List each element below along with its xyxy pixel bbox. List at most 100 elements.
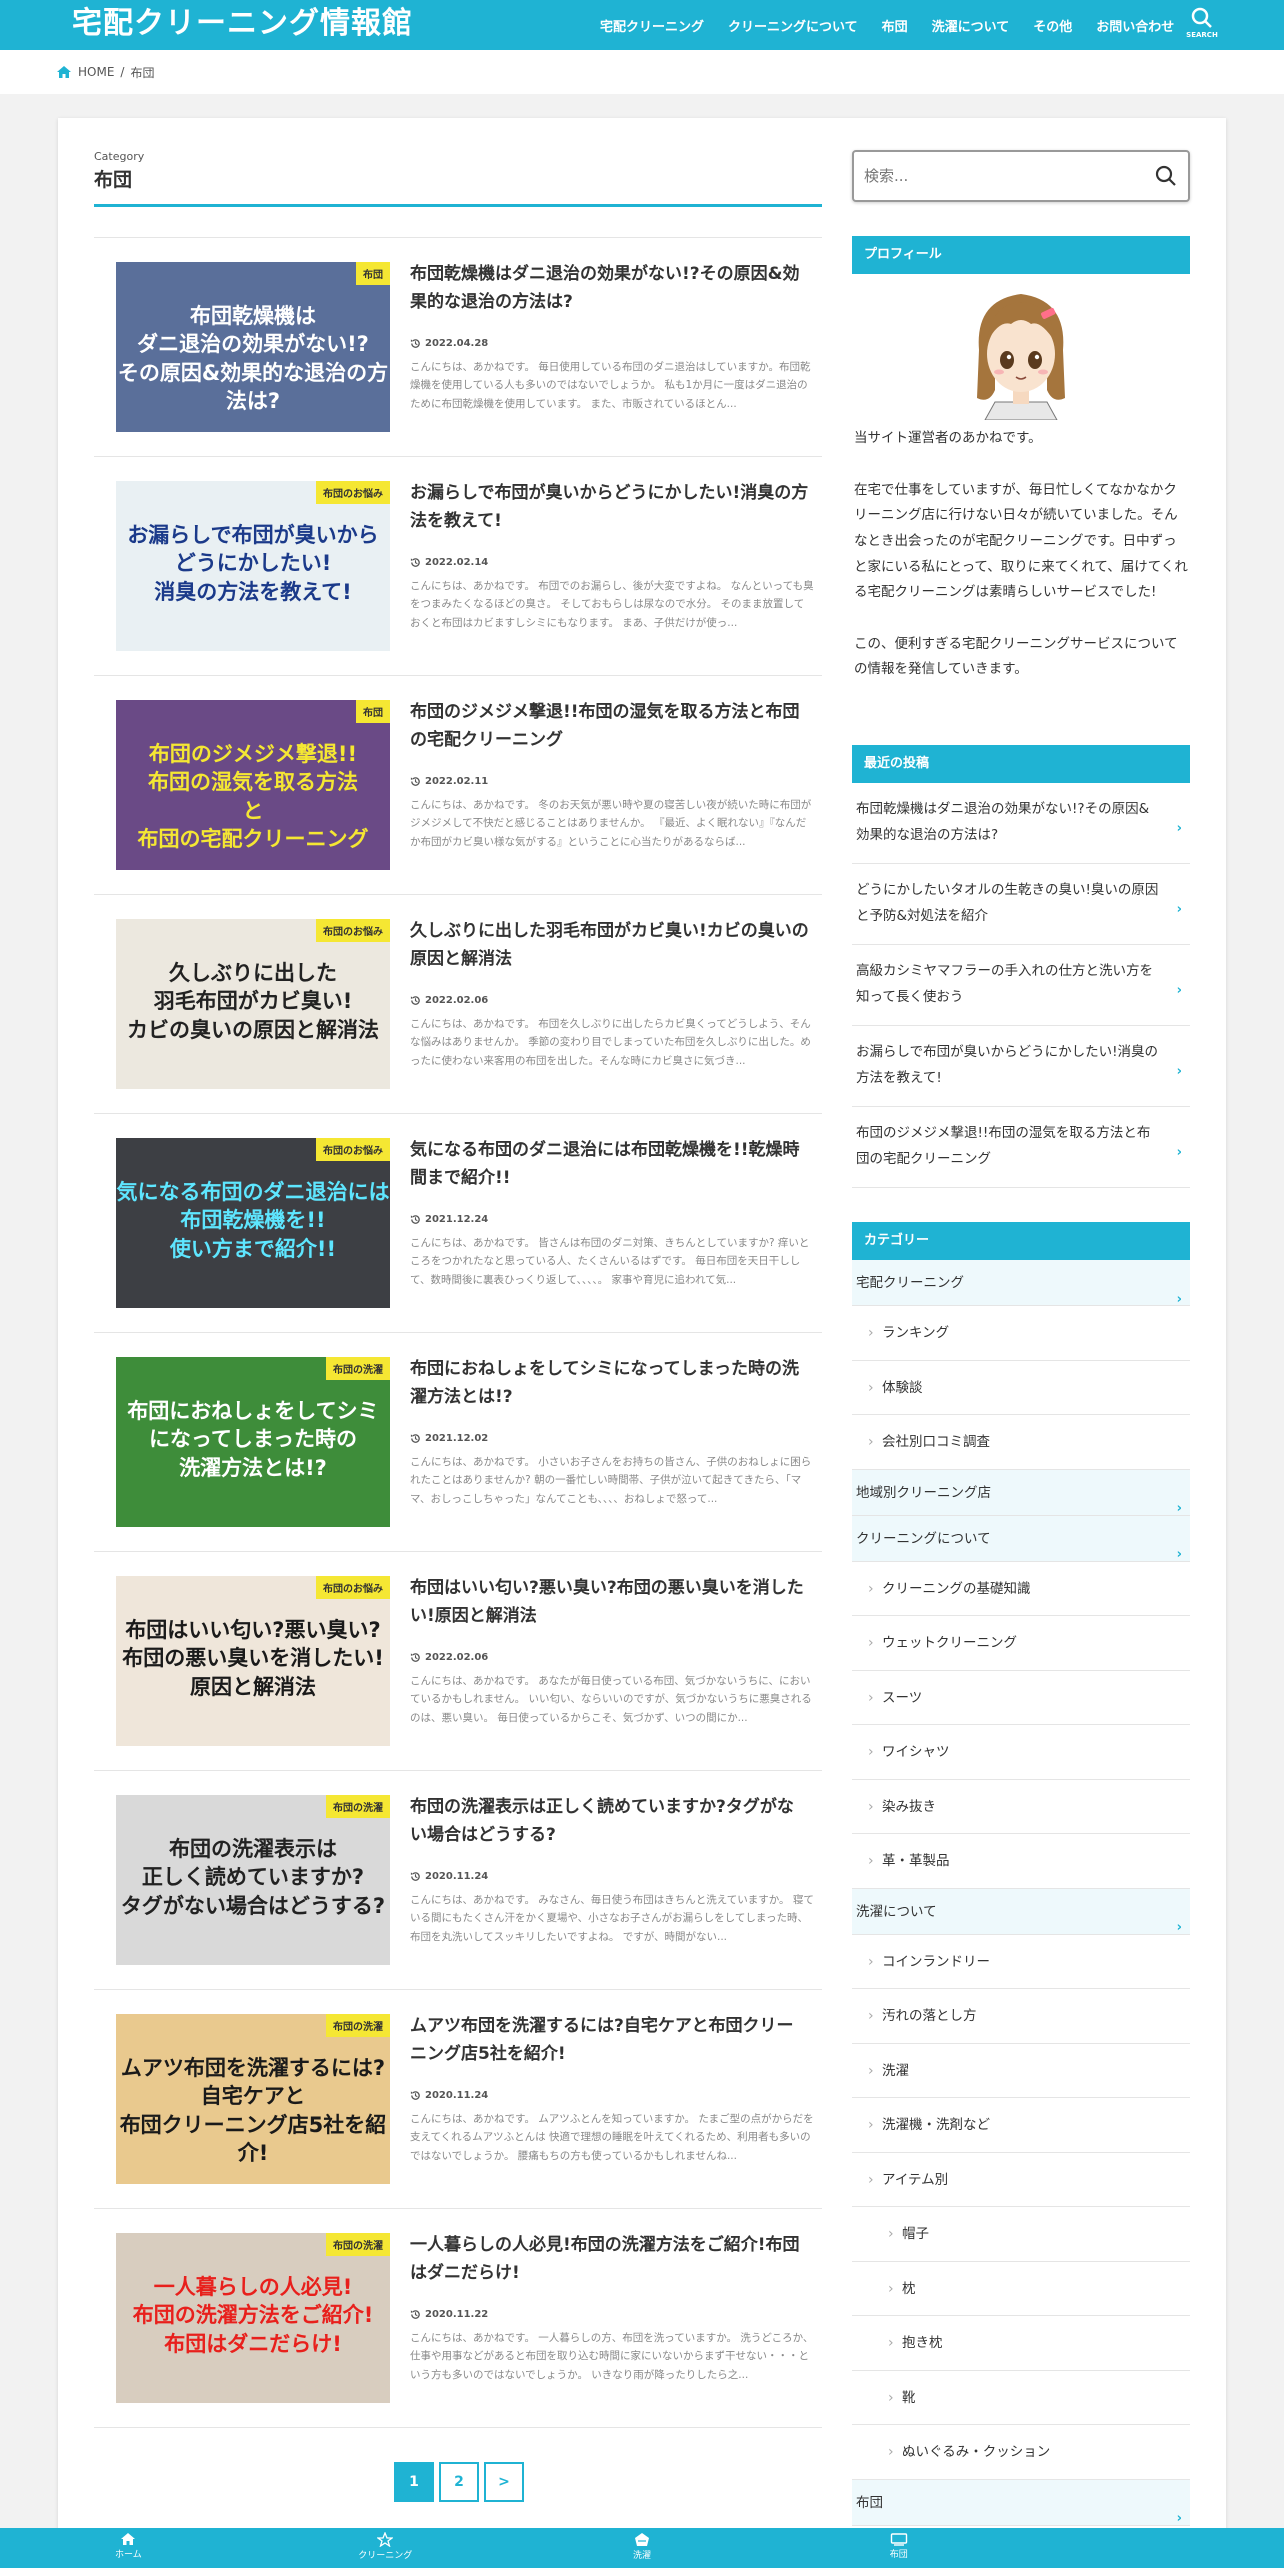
post-card[interactable]: 布団乾燥機は ダニ退治の効果がない!? その原因&効果的な退治の方法は? 布団 布団… [94, 238, 822, 457]
category-item[interactable]: クリーニングの基礎知識 [852, 1562, 1190, 1616]
post-thumbnail[interactable]: 布団の洗濯表示は 正しく読めていますか? タグがない場合はどうする? 布団の洗濯 [116, 1795, 390, 1965]
category-item[interactable]: 革・革製品 [852, 1834, 1190, 1889]
category-item[interactable]: 枕 [852, 2262, 1190, 2316]
category-item-label: 帽子 [902, 2226, 929, 2242]
post-title[interactable]: 気になる布団のダニ退治には布団乾燥機を!!乾燥時間まで紹介!! [410, 1136, 810, 1192]
post-title[interactable]: 布団乾燥機はダニ退治の効果がない!?その原因&効果的な退治の方法は? [410, 260, 810, 316]
category-item[interactable]: ランキング [852, 1306, 1190, 1361]
next-page-button[interactable]: > [484, 2462, 524, 2502]
category-item[interactable]: ワイシャツ [852, 1725, 1190, 1780]
category-item-label: アイテム別 [882, 2171, 949, 2188]
nav-item-sentaku[interactable]: 洗濯について [932, 16, 1010, 35]
nav-item-takuhai[interactable]: 宅配クリーニング [600, 16, 704, 35]
category-item-label: 靴 [902, 2389, 916, 2406]
category-item[interactable]: 帽子 [852, 2207, 1190, 2262]
category-item[interactable]: 洗濯 [852, 2044, 1190, 2098]
recent-post-title: 布団のジメジメ撃退!!布団の湿気を取る方法と布団の宅配クリーニング [856, 1125, 1151, 1167]
category-item[interactable]: スーツ [852, 1671, 1190, 1725]
post-card[interactable]: 布団におねしょをしてシミ になってしまった時の 洗濯方法とは!? 布団の洗濯 布団に… [94, 1333, 822, 1552]
category-item[interactable]: 宅配クリーニング › [852, 1260, 1190, 1307]
post-card[interactable]: 布団の洗濯表示は 正しく読めていますか? タグがない場合はどうする? 布団の洗濯布… [94, 1771, 822, 1990]
category-item[interactable]: 染み抜き [852, 1780, 1190, 1834]
post-thumbnail[interactable]: 気になる布団のダニ退治には 布団乾燥機を!! 使い方まで紹介!! 布団のお悩み [116, 1138, 390, 1308]
category-item-label: 宅配クリーニング [856, 1275, 964, 1291]
post-list: 布団乾燥機は ダニ退治の効果がない!? その原因&効果的な退治の方法は? 布団 布団… [94, 237, 822, 2428]
category-item[interactable]: 靴 [852, 2371, 1190, 2425]
post-thumbnail[interactable]: 久しぶりに出した 羽毛布団がカビ臭い! カビの臭いの原因と解消法 布団のお悩み [116, 919, 390, 1089]
post-title[interactable]: 布団におねしょをしてシミになってしまった時の洗濯方法とは!? [410, 1355, 810, 1411]
post-title[interactable]: 布団はいい匂い?悪い臭い?布団の悪い臭いを消したい!原因と解消法 [410, 1574, 810, 1630]
category-item[interactable]: ぬいぐるみ・クッション [852, 2425, 1190, 2480]
category-item[interactable]: ウェットクリーニング [852, 1616, 1190, 1671]
recent-post-item[interactable]: 布団乾燥機はダニ退治の効果がない!?その原因&効果的な退治の方法は? › [852, 783, 1190, 864]
post-thumbnail[interactable]: お漏らしで布団が臭いから どうにかしたい! 消臭の方法を教えて! 布団のお悩み [116, 481, 390, 651]
post-title[interactable]: 一人暮らしの人必見!布団の洗濯方法をご紹介!布団はダニだらけ! [410, 2231, 810, 2287]
update-icon [410, 996, 420, 1005]
post-card[interactable]: 布団はいい匂い?悪い臭い? 布団の悪い臭いを消したい! 原因と解消法 布団のお悩み… [94, 1552, 822, 1771]
search-input[interactable] [864, 164, 1134, 188]
category-header: Category 布団 [94, 150, 822, 207]
nav-item-futon[interactable]: 布団 [882, 16, 908, 35]
category-item[interactable]: 抱き枕 [852, 2316, 1190, 2371]
category-badge: 布団の洗濯 [326, 2233, 390, 2256]
post-card[interactable]: 気になる布団のダニ退治には 布団乾燥機を!! 使い方まで紹介!! 布団のお悩み 気に… [94, 1114, 822, 1333]
breadcrumb-home[interactable]: HOME [78, 65, 114, 79]
post-title[interactable]: お漏らしで布団が臭いからどうにかしたい!消臭の方法を教えて! [410, 479, 810, 535]
footer-nav-label: 洗濯 [632, 2551, 651, 2561]
futon-icon [890, 2533, 907, 2546]
recent-post-item[interactable]: どうにかしたいタオルの生乾きの臭い!臭いの原因と予防&対処法を紹介 › [852, 864, 1190, 945]
post-card[interactable]: 布団のジメジメ撃退!! 布団の湿気を取る方法 と 布団の宅配クリーニング 布団 布団… [94, 676, 822, 895]
post-card[interactable]: お漏らしで布団が臭いから どうにかしたい! 消臭の方法を教えて! 布団のお悩み お漏… [94, 457, 822, 676]
header-search-button[interactable]: SEARCH [1180, 4, 1224, 46]
post-title[interactable]: ムアツ布団を洗濯するには?自宅ケアと布団クリーニング店5社を紹介! [410, 2012, 810, 2068]
footer-nav-sentaku[interactable]: 洗濯 [514, 2528, 771, 2568]
post-card[interactable]: 一人暮らしの人必見! 布団の洗濯方法をご紹介! 布団はダニだらけ! 布団の洗濯 一人… [94, 2209, 822, 2428]
nav-item-contact[interactable]: お問い合わせ [1096, 16, 1174, 35]
post-thumbnail[interactable]: 布団におねしょをしてシミ になってしまった時の 洗濯方法とは!? 布団の洗濯 [116, 1357, 390, 1527]
post-date-text: 2022.02.14 [425, 557, 489, 568]
post-title[interactable]: 布団のジメジメ撃退!!布団の湿気を取る方法と布団の宅配クリーニング [410, 698, 810, 754]
category-item[interactable]: アイテム別 [852, 2153, 1190, 2207]
post-card[interactable]: 久しぶりに出した 羽毛布団がカビ臭い! カビの臭いの原因と解消法 布団のお悩み 久し… [94, 895, 822, 1114]
category-item-label: コインランドリー [882, 1953, 990, 1970]
category-item[interactable]: 地域別クリーニング店 › [852, 1469, 1190, 1516]
post-title[interactable]: 布団の洗濯表示は正しく読めていますか?タグがない場合はどうする? [410, 1793, 810, 1849]
footer-nav-cleaning[interactable]: クリーニング [257, 2528, 514, 2568]
recent-post-item[interactable]: お漏らしで布団が臭いからどうにかしたい!消臭の方法を教えて! › [852, 1026, 1190, 1107]
recent-post-item[interactable]: 布団のジメジメ撃退!!布団の湿気を取る方法と布団の宅配クリーニング › [852, 1107, 1190, 1188]
category-item[interactable]: 汚れの落とし方 [852, 1989, 1190, 2044]
post-date: 2021.12.24 [410, 1214, 488, 1225]
footer-nav-label: ホーム [115, 2550, 142, 2560]
post-thumbnail[interactable]: 一人暮らしの人必見! 布団の洗濯方法をご紹介! 布団はダニだらけ! 布団の洗濯 [116, 2233, 390, 2403]
post-title[interactable]: 久しぶりに出した羽毛布団がカビ臭い!カビの臭いの原因と解消法 [410, 917, 810, 973]
post-thumbnail[interactable]: ムアツ布団を洗濯するには? 自宅ケアと 布団クリーニング店5社を紹介! 布団の洗濯 [116, 2014, 390, 2184]
site-title[interactable]: 宅配クリーニング情報館 [72, 4, 413, 44]
category-item[interactable]: 布団 › [852, 2479, 1190, 2526]
recent-post-item[interactable]: 高級カシミヤマフラーの手入れの仕方と洗い方を知って長く使おう › [852, 945, 1190, 1026]
search-icon[interactable] [1154, 164, 1178, 188]
category-item[interactable]: 洗濯について › [852, 1888, 1190, 1935]
recent-post-title: お漏らしで布団が臭いからどうにかしたい!消臭の方法を教えて! [856, 1044, 1159, 1086]
category-item[interactable]: 洗濯機・洗剤など [852, 2098, 1190, 2153]
post-card[interactable]: ムアツ布団を洗濯するには? 自宅ケアと 布団クリーニング店5社を紹介! 布団の洗濯… [94, 1990, 822, 2209]
category-item[interactable]: コインランドリー [852, 1935, 1190, 1989]
footer-nav-label: 布団 [889, 2550, 908, 2560]
post-thumbnail[interactable]: 布団乾燥機は ダニ退治の効果がない!? その原因&効果的な退治の方法は? 布団 [116, 262, 390, 432]
category-item[interactable]: 会社別口コミ調査 [852, 1415, 1190, 1470]
page-button[interactable]: 2 [439, 2462, 479, 2502]
page-button-current[interactable]: 1 [394, 2462, 434, 2502]
post-thumbnail[interactable]: 布団はいい匂い?悪い臭い? 布団の悪い臭いを消したい! 原因と解消法 布団のお悩み [116, 1576, 390, 1746]
post-date-text: 2022.02.06 [425, 1652, 489, 1663]
category-item-label: 洗濯について [856, 1903, 937, 1920]
nav-item-other[interactable]: その他 [1033, 16, 1072, 35]
post-thumbnail[interactable]: 布団のジメジメ撃退!! 布団の湿気を取る方法 と 布団の宅配クリーニング 布団 [116, 700, 390, 870]
category-item[interactable]: 体験談 [852, 1361, 1190, 1415]
avatar [977, 294, 1065, 420]
recent-post-title: 布団乾燥機はダニ退治の効果がない!?その原因&効果的な退治の方法は? [856, 801, 1150, 843]
footer-nav-home[interactable]: ホーム [0, 2528, 257, 2568]
category-item[interactable]: クリーニングについて › [852, 1515, 1190, 1562]
nav-item-cleaning[interactable]: クリーニングについて [728, 16, 858, 35]
footer-nav: ホーム クリーニング 洗濯 布団 [0, 2528, 1284, 2568]
footer-nav-futon[interactable]: 布団 [770, 2528, 1027, 2568]
update-icon [410, 1215, 420, 1224]
